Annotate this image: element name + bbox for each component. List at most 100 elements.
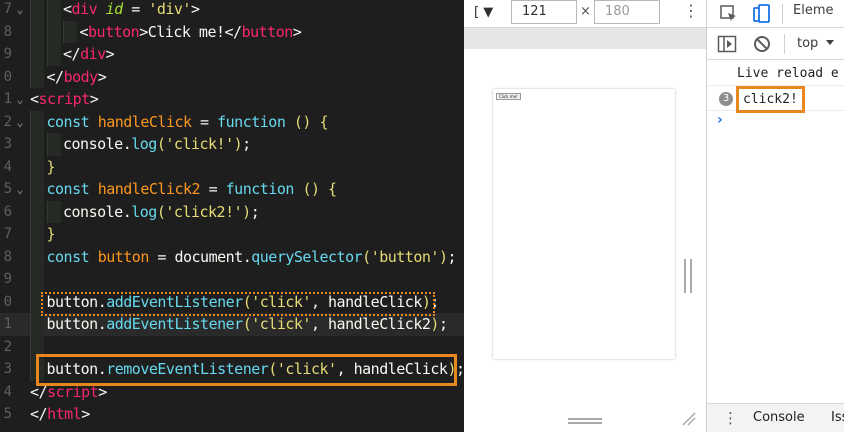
code-line[interactable]: 1 ⌄ <script> [0, 88, 464, 111]
log-entry-click2: 3 click2! [707, 86, 844, 113]
code-line[interactable]: 8 <button>Click me!</button> [0, 20, 464, 44]
code-token: = [191, 112, 218, 131]
code-line[interactable]: 5 </html> [0, 403, 464, 426]
code-token: () { [293, 112, 329, 131]
code-text: console.log('click!'); [63, 133, 251, 156]
viewport-height-input[interactable]: 180 [594, 0, 660, 24]
code-token: const [46, 247, 90, 266]
code-line[interactable]: 8 const button = document.querySelector('… [0, 245, 464, 268]
fold-chevron-icon[interactable]: ⌄ [14, 88, 26, 111]
code-token: . [122, 135, 132, 153]
indent-guide [30, 43, 44, 66]
code-token: > [97, 67, 107, 86]
devtools-panel: Eleme top Live reload e 3 click2! › ⋮ Co… [706, 0, 844, 432]
device-toolbar: [ ▼ 121 × 180 ⋮ [464, 0, 706, 28]
code-token: ) [233, 135, 243, 153]
drawer-menu-icon[interactable]: ⋮ [723, 409, 738, 427]
drawer-tab-console[interactable]: Console [753, 410, 805, 425]
fold-chevron-icon[interactable]: ⌄ [14, 178, 26, 201]
code-line[interactable]: 4} [0, 155, 464, 178]
click-me-button[interactable]: Click me! [496, 93, 521, 100]
log-message: Live reload e [737, 66, 839, 81]
line-number: 3 [3, 361, 12, 377]
code-token: div [71, 0, 98, 18]
inspect-element-icon[interactable] [719, 4, 739, 24]
code-text: console.log('click2!'); [63, 201, 260, 224]
console-prompt-icon[interactable]: › [717, 112, 723, 128]
context-select[interactable]: top [797, 36, 818, 51]
code-token: ; [250, 202, 260, 221]
code-line[interactable]: 3 console.log('click!'); [0, 133, 464, 156]
code-token: . [97, 315, 107, 333]
code-token: const [46, 112, 90, 131]
code-line[interactable]: 2 ⌄ const handleClick = function () { [0, 110, 464, 134]
line-number: 9 [3, 46, 12, 62]
devtools-drawer-tabbar: ⋮ Console Iss [707, 403, 844, 432]
line-number: 9 [3, 271, 12, 287]
more-options-icon[interactable]: ⋮ [683, 0, 699, 22]
indent-guide [30, 313, 44, 336]
code-line[interactable]: 5 ⌄ const handleClick2 = function () { [0, 178, 464, 201]
code-line[interactable]: 9 [0, 268, 464, 291]
chevron-down-icon[interactable] [825, 39, 835, 47]
code-token: Click me! [147, 22, 225, 41]
indent-guide [30, 20, 44, 43]
code-text: <button>Click me!</button> [80, 21, 302, 44]
code-token: addEventListener [106, 315, 243, 333]
horizontal-resize-handle[interactable] [568, 418, 602, 424]
line-number: 7 [3, 1, 12, 17]
corner-resize-icon[interactable] [682, 412, 696, 426]
code-text: <div id = 'div'> [63, 0, 200, 21]
code-token: button [241, 22, 294, 41]
code-line[interactable]: 7 ⌄ <div id = 'div'> [0, 0, 464, 21]
code-token: ; [447, 247, 456, 266]
dimension-separator: × [580, 4, 591, 19]
clear-console-icon[interactable] [753, 35, 771, 53]
code-token: </ [63, 45, 81, 63]
indent-guide [30, 245, 44, 268]
code-text: } [47, 223, 56, 246]
device-dimensions-select[interactable]: [ ▼ [474, 2, 493, 24]
code-editor[interactable]: 7 ⌄ <div id = 'div'> 8 <button>Click me!</bu… [0, 0, 464, 432]
device-toolbar-icon[interactable] [751, 3, 773, 25]
code-text: </div> [63, 43, 115, 66]
line-number: 5 [3, 406, 12, 422]
line-number: 0 [3, 293, 12, 310]
code-line[interactable]: 6 console.log('click2!'); [0, 200, 464, 224]
fold-chevron-icon[interactable]: ⌄ [14, 0, 26, 21]
code-token: > [81, 405, 90, 423]
code-token: 'click!' [165, 135, 234, 153]
code-text: button.addEventListener('click', handleC… [47, 313, 448, 336]
vertical-resize-handle[interactable] [684, 259, 692, 293]
code-token: 'div' [148, 0, 191, 18]
code-line[interactable]: 7} [0, 223, 464, 246]
code-line[interactable]: 9 </div> [0, 43, 464, 66]
drawer-tab-issues[interactable]: Iss [831, 410, 844, 425]
code-token: log [131, 202, 157, 221]
tab-divider [782, 4, 783, 24]
code-token: 'button' [370, 247, 440, 266]
indent-guide [30, 133, 44, 156]
code-line[interactable]: 0 </body> [0, 65, 464, 88]
code-token: body [63, 67, 99, 86]
code-token: </ [30, 405, 48, 423]
line-number: 2 [3, 338, 12, 355]
line-number: 5 [3, 181, 12, 197]
media-query-bar[interactable] [464, 28, 706, 49]
line-number: 0 [3, 68, 12, 85]
viewport-width-input[interactable]: 121 [511, 0, 577, 24]
tab-elements[interactable]: Eleme [793, 3, 834, 18]
code-token: button [88, 22, 140, 41]
show-sidebar-icon[interactable] [717, 35, 737, 53]
code-line[interactable]: 1 button.addEventListener('click', handle… [0, 313, 464, 336]
code-token: console [63, 202, 123, 221]
code-token: ( [362, 247, 371, 266]
line-number: 4 [3, 158, 12, 175]
code-token: id [105, 0, 124, 18]
fold-chevron-icon[interactable]: ⌄ [14, 111, 26, 134]
code-token: () { [302, 180, 337, 198]
line-number: 4 [3, 383, 12, 400]
